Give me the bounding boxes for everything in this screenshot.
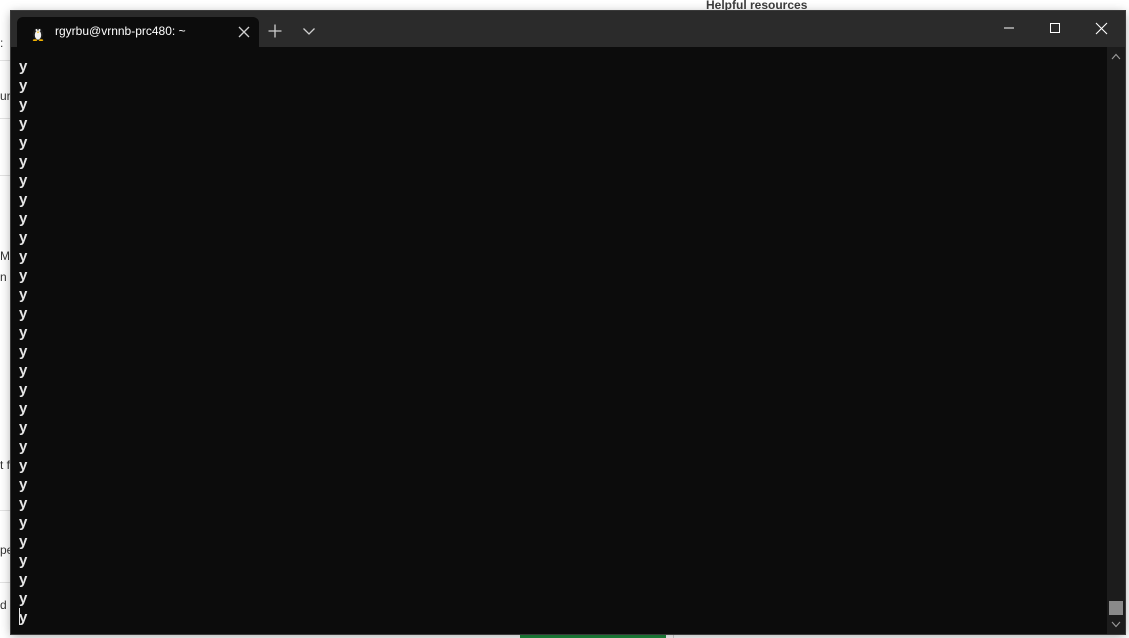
close-icon bbox=[1095, 22, 1107, 34]
terminal-output: yyyyyyyyyyyyyyyyyyyyyyyyyyyyyy bbox=[19, 57, 27, 627]
terminal-line: y bbox=[19, 495, 28, 512]
maximize-button[interactable] bbox=[1032, 11, 1078, 45]
minimize-button[interactable] bbox=[986, 11, 1032, 45]
terminal-line: y bbox=[19, 210, 28, 227]
terminal-line: y bbox=[19, 324, 28, 341]
vertical-scrollbar[interactable] bbox=[1107, 47, 1125, 634]
terminal-tab[interactable]: rgyrbu@vrnnb-prc480: ~ bbox=[17, 17, 259, 47]
terminal-line: y bbox=[19, 343, 28, 360]
terminal-line: y bbox=[19, 419, 28, 436]
terminal-line: y bbox=[19, 191, 28, 208]
terminal-line: y bbox=[19, 533, 28, 550]
window-close-button[interactable] bbox=[1078, 11, 1124, 45]
linux-penguin-icon bbox=[31, 25, 45, 42]
terminal-line: y bbox=[19, 286, 28, 303]
background-text-fragment: ur bbox=[0, 89, 11, 103]
terminal-output-area[interactable]: yyyyyyyyyyyyyyyyyyyyyyyyyyyyyy bbox=[11, 47, 1107, 634]
background-divider bbox=[0, 510, 11, 511]
terminal-titlebar[interactable]: rgyrbu@vrnnb-prc480: ~ bbox=[11, 11, 1125, 47]
terminal-line: y bbox=[19, 514, 28, 531]
terminal-window[interactable]: rgyrbu@vrnnb-prc480: ~ y y y y y y y y y… bbox=[11, 11, 1125, 634]
maximize-icon bbox=[1050, 23, 1060, 33]
scroll-up-button[interactable] bbox=[1107, 49, 1125, 63]
terminal-line: y bbox=[19, 438, 28, 455]
terminal-line: y bbox=[19, 381, 28, 398]
close-icon bbox=[238, 26, 250, 38]
chevron-down-icon bbox=[303, 28, 315, 35]
background-divider bbox=[0, 582, 11, 583]
terminal-line: y bbox=[19, 590, 28, 607]
plus-icon bbox=[268, 24, 282, 38]
background-text-fragment: t f bbox=[0, 458, 11, 472]
terminal-line: y bbox=[19, 362, 28, 379]
terminal-line: y bbox=[19, 115, 28, 132]
tab-dropdown-button[interactable] bbox=[297, 19, 321, 43]
background-divider bbox=[0, 60, 11, 61]
terminal-line: y bbox=[19, 153, 28, 170]
terminal-line: y bbox=[19, 172, 28, 189]
terminal-line: y bbox=[19, 305, 28, 322]
chevron-up-icon bbox=[1111, 53, 1121, 59]
chevron-down-icon bbox=[1111, 621, 1121, 627]
terminal-line: y bbox=[19, 248, 28, 265]
terminal-line: y bbox=[19, 476, 28, 493]
tab-title: rgyrbu@vrnnb-prc480: ~ bbox=[55, 24, 186, 38]
background-divider bbox=[0, 118, 11, 119]
terminal-line: y bbox=[19, 552, 28, 569]
background-divider bbox=[0, 175, 11, 176]
terminal-line: y bbox=[19, 77, 28, 94]
scroll-down-button[interactable] bbox=[1107, 617, 1125, 631]
terminal-line: y bbox=[19, 96, 28, 113]
background-text-fragment: d bbox=[0, 598, 7, 612]
tab-close-button[interactable] bbox=[235, 23, 253, 41]
background-text-fragment: : bbox=[0, 36, 4, 50]
terminal-line: y bbox=[19, 571, 28, 588]
terminal-line: y bbox=[19, 58, 28, 75]
text-cursor bbox=[19, 608, 20, 625]
terminal-line: y bbox=[19, 400, 28, 417]
terminal-line: y bbox=[19, 609, 28, 626]
desktop: Helpful resources : ur Mi n t f pe d rgy… bbox=[0, 0, 1129, 638]
terminal-line: y bbox=[19, 267, 28, 284]
terminal-line: y bbox=[19, 457, 28, 474]
scrollbar-thumb[interactable] bbox=[1109, 601, 1123, 615]
minimize-icon bbox=[1004, 27, 1014, 29]
terminal-line: y bbox=[19, 229, 28, 246]
terminal-line: y bbox=[19, 134, 28, 151]
new-tab-button[interactable] bbox=[263, 19, 287, 43]
background-text-fragment: n bbox=[0, 270, 7, 284]
